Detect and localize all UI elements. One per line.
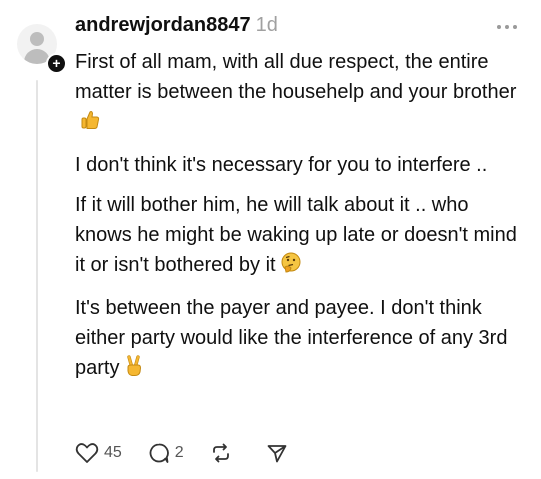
more-horizontal-icon[interactable] <box>497 25 517 29</box>
post-body: First of all mam, with all due respect, … <box>75 47 525 396</box>
reply-button[interactable]: 2 <box>148 442 184 464</box>
victory-hand-emoji <box>123 355 145 386</box>
repost-icon <box>210 442 232 464</box>
repost-button[interactable] <box>210 442 232 464</box>
default-avatar-icon <box>30 32 44 46</box>
send-icon <box>266 442 288 464</box>
post-paragraph: First of all mam, with all due respect, … <box>75 47 525 140</box>
follow-plus-icon[interactable]: + <box>46 53 67 74</box>
thread-post: + andrewjordan8847 1d First of all mam, … <box>0 0 541 479</box>
reply-count: 2 <box>174 444 184 461</box>
timestamp: 1d <box>255 14 278 36</box>
username[interactable]: andrewjordan8847 <box>75 14 251 37</box>
action-bar: 45 2 <box>75 440 288 466</box>
post-paragraph: I don't think it's necessary for you to … <box>75 154 488 176</box>
comment-bubble-icon <box>148 442 170 464</box>
share-button[interactable] <box>266 442 288 464</box>
thinking-face-emoji <box>280 252 302 283</box>
post-paragraph: If it will bother him, he will talk abou… <box>75 190 525 283</box>
heart-icon <box>75 442 99 464</box>
thumbs-up-emoji <box>79 109 101 140</box>
like-count: 45 <box>104 444 122 461</box>
post-paragraph: It's between the payer and payee. I don'… <box>75 293 525 386</box>
thread-line <box>36 80 38 472</box>
like-button[interactable]: 45 <box>75 442 122 464</box>
post-header: andrewjordan8847 1d <box>75 14 278 42</box>
